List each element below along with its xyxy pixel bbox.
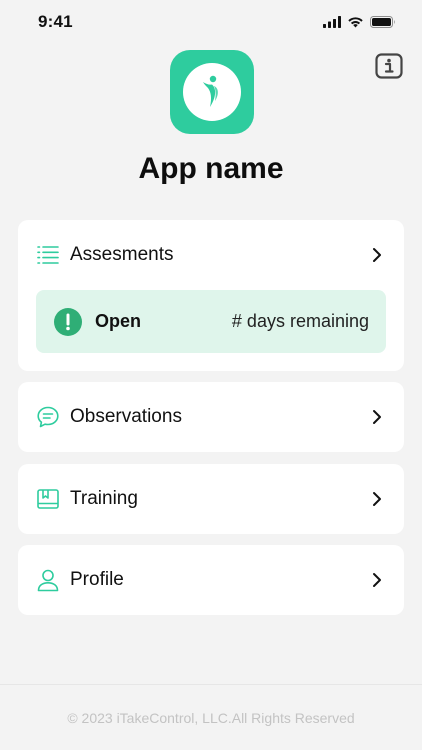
alert-icon bbox=[54, 307, 82, 336]
profile-card: Profile bbox=[18, 545, 404, 615]
app-logo bbox=[170, 50, 254, 134]
menu-item-label: Assesments bbox=[70, 244, 174, 265]
menu-item-label: Training bbox=[70, 488, 138, 509]
menu-item-assessments[interactable]: Assesments bbox=[18, 220, 404, 290]
footer: © 2023 iTakeControl, LLC.All Rights Rese… bbox=[0, 684, 422, 750]
chat-bubble-icon bbox=[36, 405, 60, 429]
chevron-right-icon bbox=[370, 408, 384, 426]
app-title: App name bbox=[138, 152, 284, 185]
person-icon bbox=[36, 568, 60, 592]
chevron-right-icon bbox=[370, 246, 384, 264]
menu-item-label: Observations bbox=[70, 406, 182, 427]
status-time: 9:41 bbox=[38, 12, 73, 31]
menu-item-observations[interactable]: Observations bbox=[18, 382, 404, 452]
training-card: Training bbox=[18, 464, 404, 534]
chevron-right-icon bbox=[370, 571, 384, 589]
status-icons bbox=[323, 16, 396, 28]
wifi-icon bbox=[348, 17, 363, 28]
book-icon bbox=[36, 487, 60, 511]
battery-icon bbox=[370, 16, 395, 28]
app-logo-badge bbox=[183, 63, 241, 121]
person-figure-icon bbox=[203, 75, 218, 107]
list-icon bbox=[36, 243, 60, 267]
assessment-status-panel[interactable]: Open # days remaining bbox=[36, 290, 386, 353]
home-screen: 9:41 App name Assesments Open # days rem… bbox=[0, 0, 422, 750]
info-button[interactable] bbox=[375, 53, 403, 79]
status-label: Open bbox=[95, 311, 142, 331]
status-bar: 9:41 bbox=[0, 0, 422, 44]
observations-card: Observations bbox=[18, 382, 404, 452]
assessments-card: Assesments Open # days remaining bbox=[18, 220, 404, 371]
chevron-right-icon bbox=[370, 490, 384, 508]
info-icon bbox=[375, 53, 403, 79]
days-remaining-text: # days remaining bbox=[231, 311, 369, 331]
copyright-text: © 2023 iTakeControl, LLC.All Rights Rese… bbox=[67, 709, 355, 726]
menu-item-label: Profile bbox=[70, 569, 124, 590]
menu-item-profile[interactable]: Profile bbox=[18, 545, 404, 615]
cellular-signal-icon bbox=[323, 16, 341, 28]
menu-item-training[interactable]: Training bbox=[18, 464, 404, 534]
